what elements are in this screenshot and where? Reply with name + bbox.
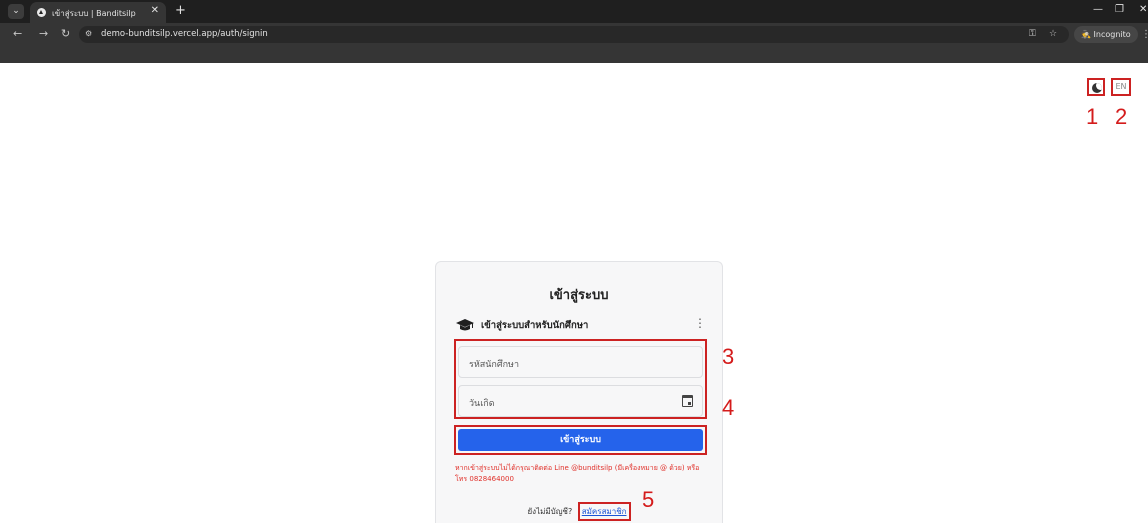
signup-link[interactable]: สมัครสมาชิก	[577, 502, 631, 521]
address-bar[interactable]: ⚙ demo-bunditsilp.vercel.app/auth/signin…	[79, 26, 1069, 43]
browser-toolbar: ← → ↻ ⚙ demo-bunditsilp.vercel.app/auth/…	[0, 23, 1148, 63]
birthdate-input[interactable]: วันเกิด	[458, 385, 703, 417]
signin-card: เข้าสู่ระบบ เข้าสู่ระบบสำหรับนักศึกษา ⋮ …	[435, 261, 723, 523]
more-options-icon[interactable]: ⋮	[694, 316, 706, 330]
annotation-2: 2	[1115, 104, 1128, 129]
incognito-label: Incognito	[1093, 30, 1131, 39]
close-window-icon[interactable]: ✕	[1139, 4, 1147, 15]
forward-icon[interactable]: →	[39, 27, 48, 40]
moon-icon	[1092, 83, 1102, 93]
password-key-icon[interactable]: ⚿	[1029, 29, 1036, 39]
calendar-icon[interactable]	[682, 395, 693, 407]
card-title: เข้าสู่ระบบ	[549, 288, 609, 303]
annotation-5: 5	[642, 487, 655, 512]
new-tab-button[interactable]: +	[175, 3, 186, 18]
restore-icon[interactable]: ❐	[1115, 4, 1124, 15]
birthdate-placeholder: วันเกิด	[469, 399, 495, 409]
annotation-4: 4	[722, 395, 735, 420]
student-id-input[interactable]: รหัสนักศึกษา	[458, 346, 703, 378]
signup-row: ยังไม่มีบัญชี? สมัครสมาชิก	[436, 502, 722, 521]
vercel-favicon-icon	[37, 8, 46, 17]
browser-tabstrip: ⌄ เข้าสู่ระบบ | Banditsilp ✕ + — ❐ ✕	[0, 0, 1148, 23]
tab-search-button[interactable]: ⌄	[8, 4, 24, 19]
site-info-icon[interactable]: ⚙	[85, 29, 95, 39]
reload-icon[interactable]: ↻	[61, 27, 70, 40]
student-id-placeholder: รหัสนักศึกษา	[469, 360, 520, 370]
signin-submit-button[interactable]: เข้าสู่ระบบ	[458, 429, 703, 451]
help-text: หากเข้าสู่ระบบไม่ได้กรุณาติดต่อ Line @bu…	[455, 464, 700, 483]
graduation-cap-icon	[456, 319, 474, 331]
tab-title: เข้าสู่ระบบ | Banditsilp	[52, 9, 136, 18]
close-tab-icon[interactable]: ✕	[151, 5, 159, 16]
theme-toggle-button[interactable]	[1087, 78, 1105, 96]
annotation-3: 3	[722, 344, 735, 369]
back-icon[interactable]: ←	[13, 27, 22, 40]
annotation-1: 1	[1086, 104, 1099, 129]
incognito-badge[interactable]: 🕵 Incognito	[1074, 26, 1138, 43]
submit-highlight: เข้าสู่ระบบ	[454, 425, 707, 455]
minimize-icon[interactable]: —	[1093, 4, 1103, 15]
url-text: demo-bunditsilp.vercel.app/auth/signin	[101, 29, 268, 39]
login-mode-row: เข้าสู่ระบบสำหรับนักศึกษา ⋮	[456, 316, 706, 334]
login-mode-label: เข้าสู่ระบบสำหรับนักศึกษา	[481, 320, 589, 331]
signup-prompt: ยังไม่มีบัญชี?	[527, 507, 573, 516]
credentials-highlight: รหัสนักศึกษา วันเกิด	[454, 339, 707, 419]
browser-tab[interactable]: เข้าสู่ระบบ | Banditsilp ✕	[30, 2, 166, 23]
bookmark-star-icon[interactable]: ☆	[1049, 29, 1057, 39]
language-toggle-button[interactable]: EN	[1111, 78, 1131, 96]
browser-menu-icon[interactable]: ⋮	[1141, 29, 1148, 40]
